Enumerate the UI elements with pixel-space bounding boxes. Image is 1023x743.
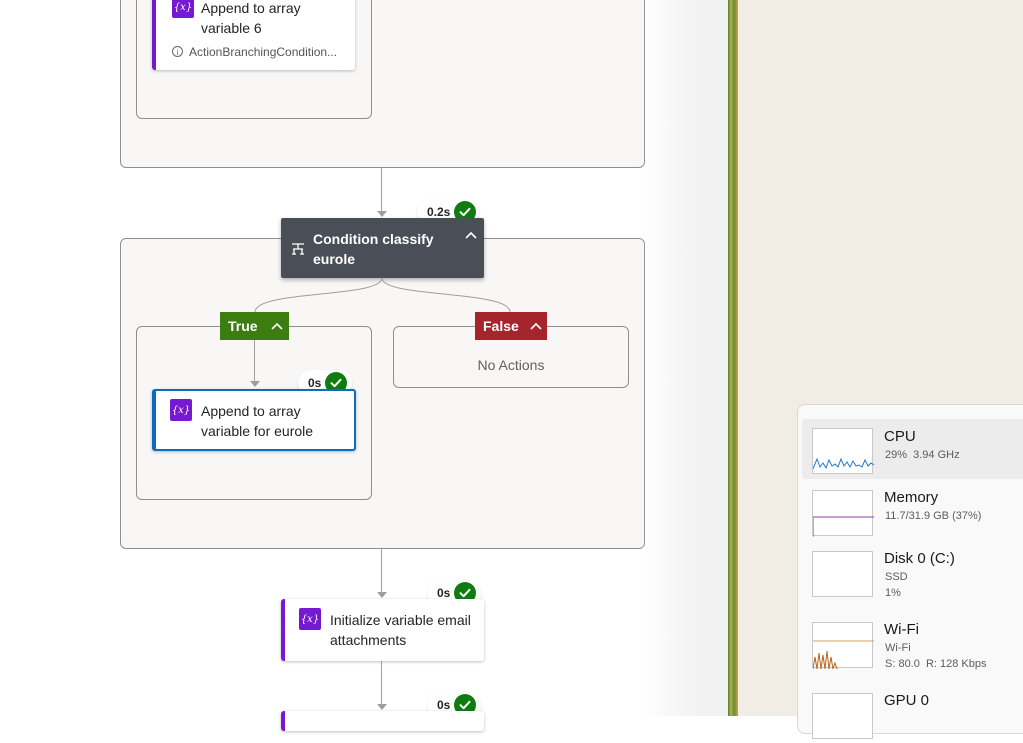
true-branch-label[interactable]: True <box>220 312 289 340</box>
perf-name-cpu: CPU <box>884 428 916 445</box>
connector-arrow <box>377 211 387 217</box>
append-to-array-variable-6-card[interactable]: {x} Append to array variable 6 i ActionB… <box>152 0 355 70</box>
condition-header[interactable]: Condition classify eurole <box>281 218 484 278</box>
wallpaper-strip <box>728 0 738 716</box>
perf-detail-disk-usage: 1% <box>885 587 901 599</box>
perf-name-disk: Disk 0 (C:) <box>884 550 955 567</box>
next-action-card[interactable] <box>281 711 484 731</box>
perf-detail-memory: 11.7/31.9 GB (37%) <box>885 510 982 522</box>
cpu-graph-thumbnail <box>812 428 875 474</box>
connector-arrow <box>377 592 387 598</box>
variable-icon: {x} <box>172 0 194 18</box>
wifi-graph-thumbnail <box>812 622 874 670</box>
disk-graph-thumbnail <box>812 551 873 597</box>
perf-detail-cpu: 29% 3.94 GHz <box>885 449 960 461</box>
variable-icon: {x} <box>299 608 321 630</box>
card-subtitle: ActionBranchingCondition... <box>189 45 338 59</box>
card-title: Append to array variable for eurole <box>201 403 314 439</box>
variable-icon: {x} <box>170 399 192 421</box>
connector-arrow <box>377 704 387 710</box>
chevron-up-icon <box>530 322 542 330</box>
initialize-variable-card[interactable]: {x} Initialize variable email attachment… <box>281 599 484 661</box>
card-title: Initialize variable email attachments <box>330 612 471 648</box>
perf-detail-wifi-adapter: Wi-Fi <box>885 642 911 654</box>
perf-name-gpu: GPU 0 <box>884 692 930 709</box>
perf-name-wifi: Wi-Fi <box>884 621 919 638</box>
perf-detail-disk-type: SSD <box>885 571 908 583</box>
connector-line <box>381 168 382 212</box>
duration-text: 0s <box>437 698 451 712</box>
memory-graph-thumbnail <box>812 490 874 537</box>
duration-text: 0.2s <box>427 205 451 219</box>
connector-arrow <box>250 381 260 387</box>
condition-icon <box>291 242 305 260</box>
perf-detail-wifi-throughput: S: 80.0 R: 128 Kbps <box>885 658 987 670</box>
condition-title: Condition classify eurole <box>313 231 434 267</box>
false-label-text: False <box>483 318 519 334</box>
canvas-edge-shadow <box>640 0 700 716</box>
duration-text: 0s <box>437 586 451 600</box>
perf-name-memory: Memory <box>884 489 939 506</box>
collapse-chevron-icon[interactable] <box>464 227 478 245</box>
connector-line <box>381 661 382 705</box>
false-branch-label[interactable]: False <box>475 312 547 340</box>
duration-text: 0s <box>308 376 322 390</box>
card-title: Append to array variable 6 <box>201 0 301 36</box>
true-label-text: True <box>228 318 258 334</box>
no-actions-text: No Actions <box>477 357 545 373</box>
info-icon: i <box>172 46 183 57</box>
chevron-up-icon <box>271 322 283 330</box>
append-to-array-eurole-card[interactable]: {x} Append to array variable for eurole <box>152 389 356 451</box>
connector-line <box>381 549 382 593</box>
gpu-graph-thumbnail <box>812 693 873 739</box>
connector-line <box>254 340 255 382</box>
